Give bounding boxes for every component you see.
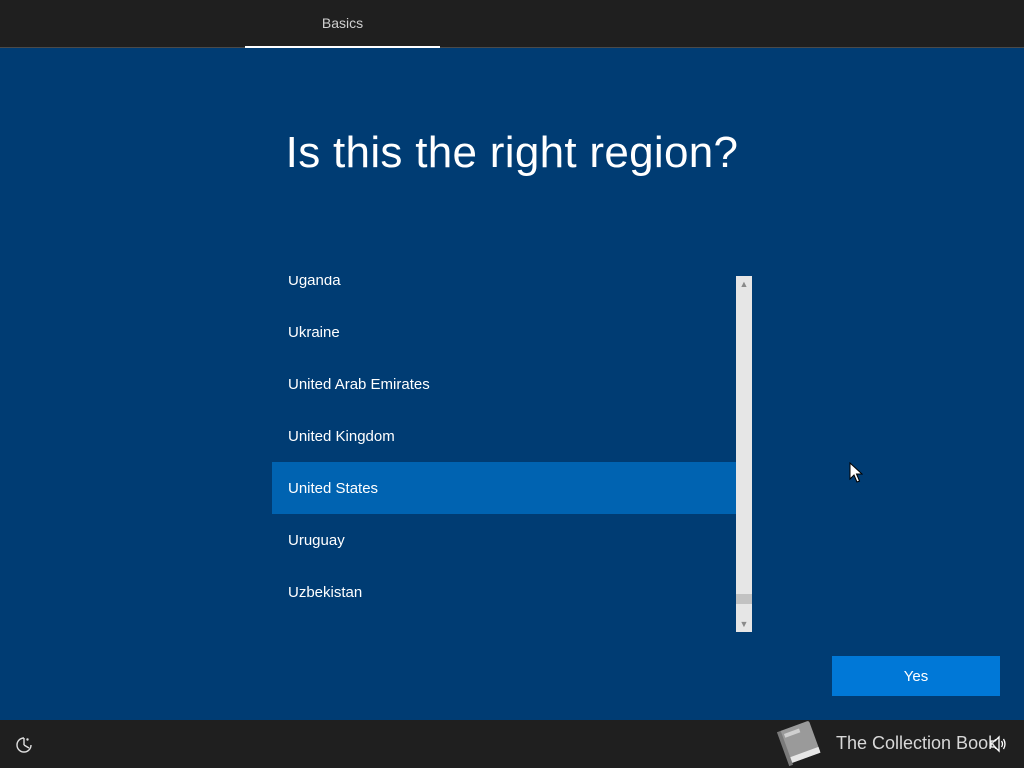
volume-icon[interactable] xyxy=(988,734,1008,754)
list-item[interactable]: United States xyxy=(272,462,736,514)
book-logo-icon xyxy=(776,721,821,767)
list-item[interactable]: Ukraine xyxy=(272,306,736,358)
scroll-down-arrow-icon[interactable]: ▼ xyxy=(736,616,752,632)
top-bar: Basics xyxy=(0,0,1024,48)
region-list-scrollbar[interactable]: ▲ ▼ xyxy=(736,276,752,632)
ease-of-access-icon[interactable] xyxy=(14,735,34,755)
yes-button[interactable]: Yes xyxy=(832,656,1000,696)
list-item[interactable]: Uruguay xyxy=(272,514,736,566)
watermark-text: The Collection Book xyxy=(836,733,998,753)
list-item[interactable]: Vanuatu xyxy=(272,618,736,632)
list-item[interactable]: United Kingdom xyxy=(272,410,736,462)
list-item[interactable]: United Arab Emirates xyxy=(272,358,736,410)
list-item[interactable]: Uzbekistan xyxy=(272,566,736,618)
scroll-up-arrow-icon[interactable]: ▲ xyxy=(736,276,752,292)
mouse-cursor-icon xyxy=(849,462,863,483)
region-list[interactable]: Uganda Ukraine United Arab Emirates United … xyxy=(272,276,736,632)
page-title: Is this the right region? xyxy=(285,128,739,177)
scroll-thumb[interactable] xyxy=(736,594,752,604)
list-item[interactable]: Uganda xyxy=(272,276,736,306)
tab-basics[interactable]: Basics xyxy=(245,0,440,48)
